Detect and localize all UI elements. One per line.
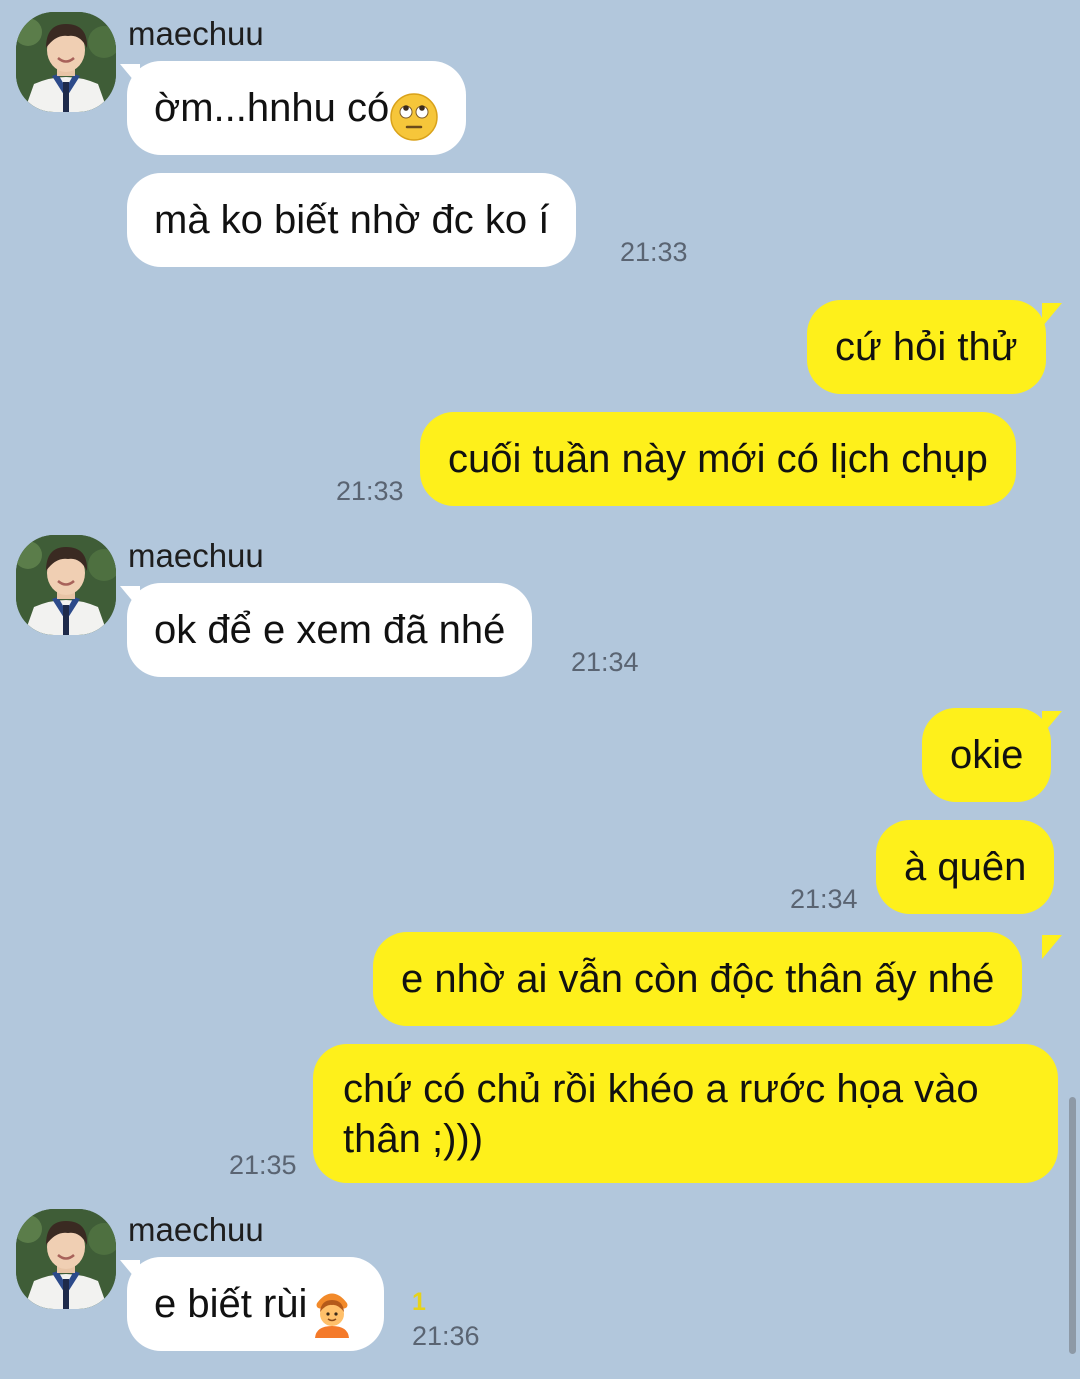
message-text: ờm...hnhu có	[154, 86, 390, 130]
message-text: cứ hỏi thử	[835, 325, 1018, 369]
sender-name: maechuu	[128, 15, 264, 52]
eye-roll-face-emoji-icon	[389, 82, 439, 142]
incoming-message-bubble[interactable]: ok để e xem đã nhé	[127, 583, 533, 677]
sender-name: maechuu	[128, 537, 264, 574]
incoming-message-bubble[interactable]: mà ko biết nhờ đc ko í	[127, 173, 577, 267]
message-timestamp: 21:33	[336, 476, 404, 506]
message-timestamp: 21:34	[571, 647, 639, 677]
incoming-message-bubble[interactable]: ờm...hnhu có	[127, 61, 467, 155]
person-gesturing-ok-emoji-icon	[307, 1278, 357, 1339]
outgoing-message-bubble[interactable]: à quên	[876, 820, 1055, 914]
message-text: à quên	[904, 845, 1027, 889]
outgoing-message-bubble[interactable]: cứ hỏi thử	[807, 300, 1046, 394]
message-timestamp: 21:36	[412, 1321, 480, 1351]
message-text: ok để e xem đã nhé	[154, 608, 506, 652]
sender-avatar[interactable]	[16, 12, 116, 112]
sender-name: maechuu	[128, 1211, 264, 1248]
outgoing-message-bubble[interactable]: chứ có chủ rồi khéo a rước họa vào thân …	[313, 1044, 1058, 1183]
message-text: mà ko biết nhờ đc ko í	[154, 198, 550, 242]
outgoing-message-bubble[interactable]: cuối tuần này mới có lịch chụp	[420, 412, 1016, 506]
message-text: e nhờ ai vẫn còn độc thân ấy nhé	[401, 957, 995, 1001]
message-timestamp: 21:35	[229, 1150, 297, 1180]
bubble-tail	[1042, 303, 1062, 327]
unread-count-badge: 1	[412, 1288, 426, 1316]
message-timestamp: 21:33	[620, 237, 688, 267]
message-timestamp: 21:34	[790, 884, 858, 914]
bubble-tail	[1042, 935, 1062, 959]
message-text: e biết rùi	[154, 1282, 308, 1326]
message-text: chứ có chủ rồi khéo a rước họa vào thân …	[343, 1067, 979, 1161]
sender-avatar[interactable]	[16, 1209, 116, 1309]
message-text: cuối tuần này mới có lịch chụp	[448, 437, 988, 481]
outgoing-message-bubble[interactable]: e nhờ ai vẫn còn độc thân ấy nhé	[373, 932, 1023, 1026]
incoming-message-bubble[interactable]: e biết rùi	[127, 1257, 385, 1351]
scrollbar-thumb[interactable]	[1069, 1097, 1076, 1354]
sender-avatar[interactable]	[16, 535, 116, 635]
message-text: okie	[950, 733, 1024, 777]
outgoing-message-bubble[interactable]: okie	[922, 708, 1052, 802]
